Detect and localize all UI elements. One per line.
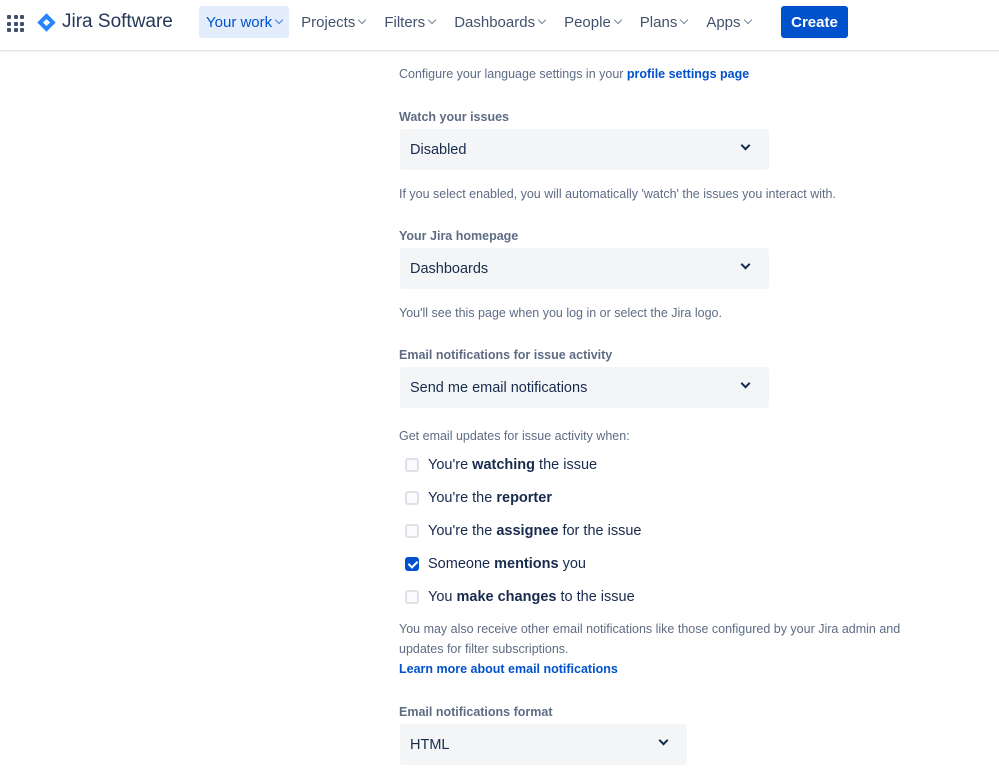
chevron-down-icon xyxy=(740,140,751,151)
chevron-down-icon xyxy=(740,259,751,270)
nav-label: Filters xyxy=(384,13,426,31)
jira-diamond-icon xyxy=(37,12,56,32)
watch-label: Watch your issues xyxy=(399,110,509,124)
create-button[interactable]: Create xyxy=(781,6,848,38)
nav-label: Plans xyxy=(639,13,678,31)
format-value: HTML xyxy=(410,736,450,753)
chevron-down-icon xyxy=(358,15,367,25)
notify-checkbox-assignee[interactable]: You're the assignee for the issue xyxy=(405,523,641,539)
email-help: Get email updates for issue activity whe… xyxy=(399,429,630,443)
chevron-down-icon xyxy=(658,735,669,746)
chevron-down-icon xyxy=(740,378,751,389)
email-note-1: You may also receive other email notific… xyxy=(399,622,901,636)
app-switcher-icon[interactable] xyxy=(7,15,24,32)
checkbox-label: You're the assignee for the issue xyxy=(428,523,642,539)
format-label: Email notifications format xyxy=(399,705,553,719)
language-text: Configure your language settings in your… xyxy=(399,67,750,81)
nav-filters[interactable]: Filters xyxy=(377,6,442,38)
email-label: Email notifications for issue activity xyxy=(399,348,613,362)
checkbox[interactable] xyxy=(405,524,419,538)
nav-apps[interactable]: Apps xyxy=(699,6,757,38)
nav-your-work[interactable]: Your work xyxy=(199,6,290,38)
notify-checkbox-watching[interactable]: You're watching the issue xyxy=(405,457,597,473)
checkbox[interactable] xyxy=(405,491,419,505)
notify-checkbox-reporter[interactable]: You're the reporter xyxy=(405,490,552,506)
learn-more-link[interactable]: Learn more about email notifications xyxy=(399,662,618,676)
homepage-value: Dashboards xyxy=(410,260,489,277)
checkbox-label: Someone mentions you xyxy=(428,556,586,572)
watch-select[interactable]: Disabled xyxy=(400,129,769,170)
email-note-2: updates for filter subscriptions. xyxy=(399,642,569,656)
nav-dashboards[interactable]: Dashboards xyxy=(447,6,552,38)
chevron-down-icon xyxy=(680,15,689,25)
nav-projects[interactable]: Projects xyxy=(294,6,372,38)
checkbox-label: You make changes to the issue xyxy=(428,589,635,605)
product-name: Jira Software xyxy=(62,11,173,32)
checkbox-label: You're the reporter xyxy=(428,490,552,506)
nav-label: People xyxy=(564,13,611,31)
learn-more-wrap: Learn more about email notifications xyxy=(399,662,618,676)
nav-label: Dashboards xyxy=(454,13,536,31)
notify-checkbox-make-changes[interactable]: You make changes to the issue xyxy=(405,589,635,605)
nav-label: Projects xyxy=(301,13,356,31)
checkbox[interactable] xyxy=(405,590,419,604)
chevron-down-icon xyxy=(274,15,284,25)
email-select[interactable]: Send me email notifications xyxy=(400,367,769,408)
profile-settings-link[interactable]: profile settings page xyxy=(627,67,749,81)
checkbox[interactable] xyxy=(405,557,419,571)
nav-label: Your work xyxy=(206,13,273,31)
homepage-select[interactable]: Dashboards xyxy=(400,248,769,289)
jira-logo[interactable]: Jira Software xyxy=(37,11,173,33)
chevron-down-icon xyxy=(743,15,752,25)
format-select[interactable]: HTML xyxy=(400,724,687,765)
notify-checkbox-mentions[interactable]: Someone mentions you xyxy=(405,556,586,572)
chevron-down-icon xyxy=(537,15,547,25)
checkbox-label: You're watching the issue xyxy=(428,457,598,473)
chevron-down-icon xyxy=(613,15,623,25)
nav-people[interactable]: People xyxy=(557,6,628,38)
homepage-label: Your Jira homepage xyxy=(399,229,519,243)
nav-label: Apps xyxy=(706,13,741,31)
watch-value: Disabled xyxy=(410,141,467,158)
top-nav: Jira Software Your work Projects Filters Da… xyxy=(0,0,999,51)
nav-plans[interactable]: Plans xyxy=(633,6,695,38)
checkbox[interactable] xyxy=(405,458,419,472)
homepage-help: You'll see this page when you log in or … xyxy=(399,306,722,320)
watch-help: If you select enabled, you will automati… xyxy=(399,187,836,201)
chevron-down-icon xyxy=(427,15,437,25)
email-value: Send me email notifications xyxy=(410,379,588,396)
